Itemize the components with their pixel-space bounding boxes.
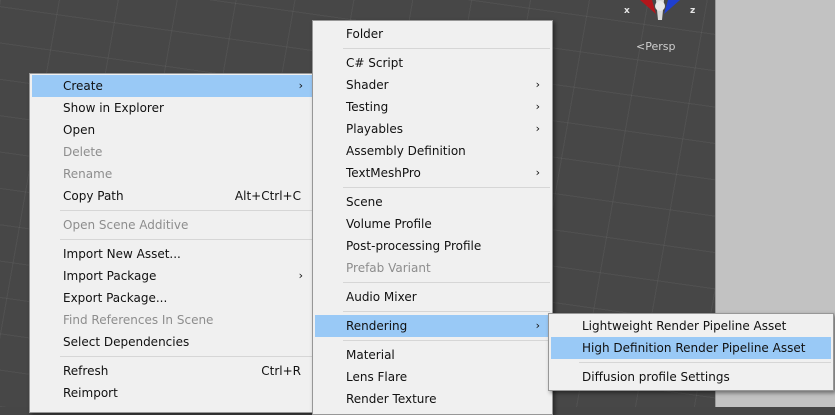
menu-item-reimport[interactable]: Reimport bbox=[32, 382, 313, 404]
menu-item-label: Playables bbox=[346, 122, 403, 136]
menu-item-show-in-explorer[interactable]: Show in Explorer bbox=[32, 97, 313, 119]
shortcut-label: Ctrl+R bbox=[261, 364, 301, 378]
menu-item-label: Open Scene Additive bbox=[63, 218, 189, 232]
menu-item-playables[interactable]: Playables › bbox=[315, 118, 550, 140]
menu-item-lightweight-render-pipeline-asset[interactable]: Lightweight Render Pipeline Asset bbox=[551, 315, 831, 337]
menu-separator bbox=[343, 48, 550, 49]
menu-separator bbox=[60, 356, 313, 357]
menu-item-label: TextMeshPro bbox=[346, 166, 421, 180]
perspective-chevron-icon: < bbox=[636, 40, 646, 53]
menu-item-label: Find References In Scene bbox=[63, 313, 214, 327]
menu-item-label: C# Script bbox=[346, 56, 404, 70]
menu-item-label: Export Package... bbox=[63, 291, 168, 305]
menu-item-delete: Delete bbox=[32, 141, 313, 163]
menu-item-open-scene-additive: Open Scene Additive bbox=[32, 214, 313, 236]
menu-item-open[interactable]: Open bbox=[32, 119, 313, 141]
menu-item-label: High Definition Render Pipeline Asset bbox=[582, 341, 806, 355]
context-menu: Create › Show in Explorer Open Delete Rename C… bbox=[29, 73, 316, 413]
gizmo-z-label: z bbox=[690, 6, 696, 16]
menu-item-label: Lightweight Render Pipeline Asset bbox=[582, 319, 787, 333]
menu-item-label: Prefab Variant bbox=[346, 261, 431, 275]
menu-item-assembly-definition[interactable]: Assembly Definition bbox=[315, 140, 550, 162]
menu-item-high-definition-render-pipeline-asset[interactable]: High Definition Render Pipeline Asset bbox=[551, 337, 831, 359]
chevron-right-icon: › bbox=[298, 269, 303, 282]
menu-item-folder[interactable]: Folder bbox=[315, 23, 550, 45]
menu-item-label: Diffusion profile Settings bbox=[582, 370, 730, 384]
menu-item-export-package[interactable]: Export Package... bbox=[32, 287, 313, 309]
menu-item-copy-path[interactable]: Copy Path Alt+Ctrl+C bbox=[32, 185, 313, 207]
chevron-right-icon: › bbox=[535, 122, 540, 135]
shortcut-label: Alt+Ctrl+C bbox=[234, 189, 301, 203]
menu-item-label: Select Dependencies bbox=[63, 335, 190, 349]
menu-item-scene[interactable]: Scene bbox=[315, 191, 550, 213]
menu-item-label: Render Texture bbox=[346, 392, 437, 406]
menu-item-shader[interactable]: Shader › bbox=[315, 74, 550, 96]
menu-item-prefab-variant: Prefab Variant bbox=[315, 257, 550, 279]
menu-item-label: Import New Asset... bbox=[63, 247, 181, 261]
create-submenu: Folder C# Script Shader › Testing › Playables ›… bbox=[312, 20, 553, 415]
menu-item-find-references-in-scene: Find References In Scene bbox=[32, 309, 313, 331]
menu-item-c-script[interactable]: C# Script bbox=[315, 52, 550, 74]
menu-item-label: Volume Profile bbox=[346, 217, 432, 231]
menu-item-lens-flare[interactable]: Lens Flare bbox=[315, 366, 550, 388]
menu-item-label: Show in Explorer bbox=[63, 101, 164, 115]
menu-separator bbox=[343, 282, 550, 283]
menu-separator bbox=[343, 311, 550, 312]
menu-separator bbox=[343, 187, 550, 188]
menu-item-label: Shader bbox=[346, 78, 389, 92]
perspective-label-text: Persp bbox=[645, 40, 676, 53]
menu-item-import-package[interactable]: Import Package › bbox=[32, 265, 313, 287]
menu-separator bbox=[60, 239, 313, 240]
menu-item-volume-profile[interactable]: Volume Profile bbox=[315, 213, 550, 235]
menu-item-diffusion-profile-settings[interactable]: Diffusion profile Settings bbox=[551, 366, 831, 388]
chevron-right-icon: › bbox=[535, 319, 540, 332]
menu-item-label: Rendering bbox=[346, 319, 408, 333]
menu-item-label: Delete bbox=[63, 145, 103, 159]
menu-item-label: Post-processing Profile bbox=[346, 239, 482, 253]
menu-separator bbox=[343, 340, 550, 341]
gizmo-x-label: x bbox=[624, 6, 630, 16]
chevron-right-icon: › bbox=[535, 78, 540, 91]
gizmo-icon bbox=[640, 0, 680, 20]
menu-separator bbox=[60, 210, 313, 211]
menu-item-label: Rename bbox=[63, 167, 113, 181]
menu-item-label: Assembly Definition bbox=[346, 144, 466, 158]
menu-item-label: Open bbox=[63, 123, 96, 137]
menu-item-label: Import Package bbox=[63, 269, 157, 283]
menu-item-label: Material bbox=[346, 348, 395, 362]
rendering-submenu: Lightweight Render Pipeline Asset High De… bbox=[548, 313, 834, 391]
chevron-right-icon: › bbox=[535, 166, 540, 179]
menu-item-import-new-asset[interactable]: Import New Asset... bbox=[32, 243, 313, 265]
menu-item-refresh[interactable]: Refresh Ctrl+R bbox=[32, 360, 313, 382]
menu-item-select-dependencies[interactable]: Select Dependencies bbox=[32, 331, 313, 353]
menu-item-material[interactable]: Material bbox=[315, 344, 550, 366]
menu-item-label: Folder bbox=[346, 27, 384, 41]
menu-item-label: Create bbox=[63, 79, 103, 93]
menu-item-create[interactable]: Create › bbox=[32, 75, 313, 97]
menu-item-testing[interactable]: Testing › bbox=[315, 96, 550, 118]
menu-item-label: Lens Flare bbox=[346, 370, 408, 384]
menu-separator bbox=[579, 362, 831, 363]
menu-item-textmeshpro[interactable]: TextMeshPro › bbox=[315, 162, 550, 184]
chevron-right-icon: › bbox=[535, 100, 540, 113]
menu-item-label: Refresh bbox=[63, 364, 109, 378]
menu-item-label: Testing bbox=[346, 100, 389, 114]
menu-item-label: Reimport bbox=[63, 386, 118, 400]
menu-item-label: Audio Mixer bbox=[346, 290, 417, 304]
menu-item-audio-mixer[interactable]: Audio Mixer bbox=[315, 286, 550, 308]
orientation-gizmo[interactable]: x z bbox=[620, 0, 700, 24]
chevron-right-icon: › bbox=[298, 79, 303, 92]
menu-item-label: Scene bbox=[346, 195, 383, 209]
menu-item-label: Copy Path bbox=[63, 189, 124, 203]
perspective-label[interactable]: <Persp bbox=[636, 40, 675, 53]
menu-item-rename: Rename bbox=[32, 163, 313, 185]
menu-item-rendering[interactable]: Rendering › bbox=[315, 315, 550, 337]
menu-item-post-processing-profile[interactable]: Post-processing Profile bbox=[315, 235, 550, 257]
